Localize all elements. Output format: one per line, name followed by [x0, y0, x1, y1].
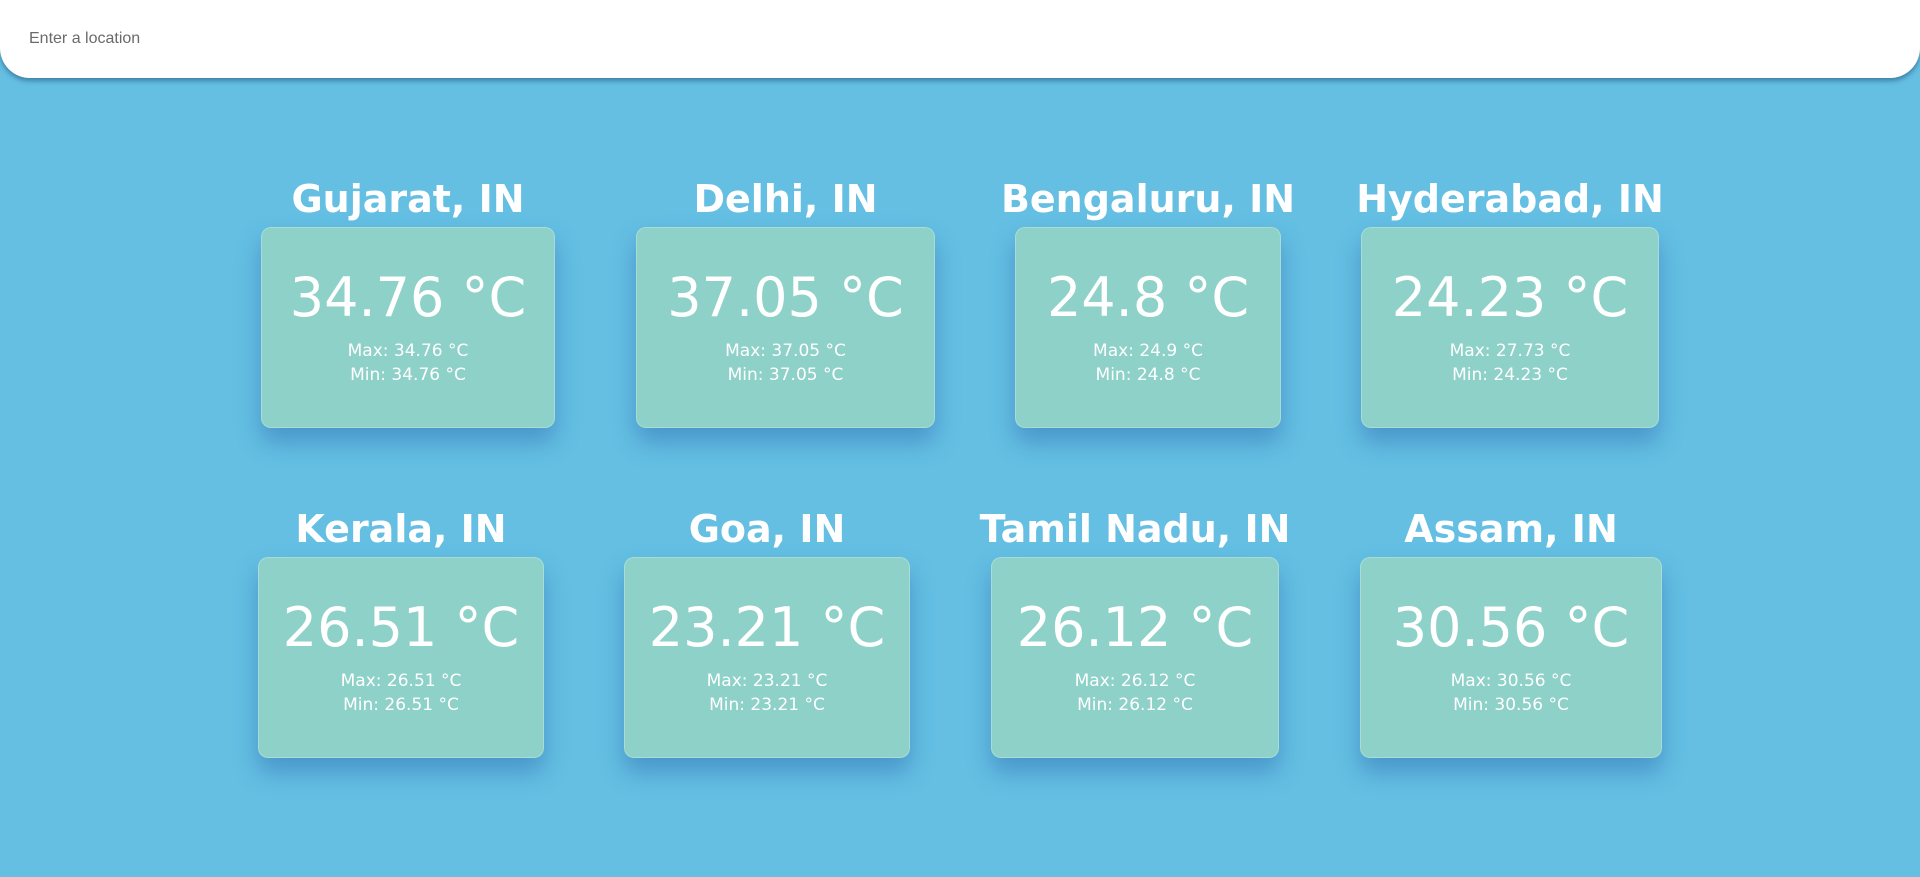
max-temperature: Max: 26.51 °C	[340, 671, 462, 691]
max-temperature: Max: 23.21 °C	[706, 671, 828, 691]
max-temperature: Max: 30.56 °C	[1450, 671, 1572, 691]
location-title: Bengaluru, IN	[1000, 177, 1296, 221]
min-temperature: Min: 34.76 °C	[350, 365, 466, 385]
weather-card: 30.56 °C Max: 30.56 °C Min: 30.56 °C	[1360, 557, 1662, 758]
location-card-hyderabad: Hyderabad, IN 24.23 °C Max: 27.73 °C Min…	[1356, 177, 1664, 428]
location-card-gujarat: Gujarat, IN 34.76 °C Max: 34.76 °C Min: …	[261, 177, 555, 428]
min-temperature: Min: 24.23 °C	[1452, 365, 1568, 385]
weather-card: 26.12 °C Max: 26.12 °C Min: 26.12 °C	[991, 557, 1279, 758]
current-temperature: 37.05 °C	[667, 266, 904, 329]
location-card-assam: Assam, IN 30.56 °C Max: 30.56 °C Min: 30…	[1360, 507, 1662, 758]
location-title: Goa, IN	[688, 507, 846, 551]
current-temperature: 26.51 °C	[282, 596, 520, 659]
weather-card: 24.23 °C Max: 27.73 °C Min: 24.23 °C	[1361, 227, 1659, 428]
max-temperature: Max: 34.76 °C	[347, 341, 469, 361]
location-title: Assam, IN	[1404, 507, 1618, 551]
max-temperature: Max: 37.05 °C	[725, 341, 846, 361]
current-temperature: 23.21 °C	[648, 596, 886, 659]
location-card-bengaluru: Bengaluru, IN 24.8 °C Max: 24.9 °C Min: …	[1001, 177, 1295, 428]
current-temperature: 24.23 °C	[1391, 266, 1629, 329]
min-temperature: Min: 37.05 °C	[727, 365, 844, 385]
location-card-kerala: Kerala, IN 26.51 °C Max: 26.51 °C Min: 2…	[258, 507, 544, 758]
min-temperature: Min: 24.8 °C	[1095, 365, 1201, 385]
weather-card: 34.76 °C Max: 34.76 °C Min: 34.76 °C	[261, 227, 555, 428]
current-temperature: 24.8 °C	[1046, 266, 1250, 329]
weather-card: 24.8 °C Max: 24.9 °C Min: 24.8 °C	[1015, 227, 1281, 428]
min-temperature: Min: 26.51 °C	[343, 695, 459, 715]
location-card-tamil-nadu: Tamil Nadu, IN 26.12 °C Max: 26.12 °C Mi…	[980, 507, 1290, 758]
location-title: Delhi, IN	[693, 177, 878, 221]
search-bar	[0, 0, 1920, 78]
location-title: Hyderabad, IN	[1356, 177, 1664, 221]
location-title: Gujarat, IN	[291, 177, 525, 221]
min-temperature: Min: 30.56 °C	[1453, 695, 1569, 715]
max-temperature: Max: 24.9 °C	[1093, 341, 1203, 361]
weather-card: 26.51 °C Max: 26.51 °C Min: 26.51 °C	[258, 557, 544, 758]
max-temperature: Max: 27.73 °C	[1449, 341, 1571, 361]
min-temperature: Min: 26.12 °C	[1077, 695, 1193, 715]
min-temperature: Min: 23.21 °C	[709, 695, 825, 715]
weather-card: 23.21 °C Max: 23.21 °C Min: 23.21 °C	[624, 557, 910, 758]
location-title: Tamil Nadu, IN	[979, 507, 1291, 551]
max-temperature: Max: 26.12 °C	[1074, 671, 1196, 691]
location-card-delhi: Delhi, IN 37.05 °C Max: 37.05 °C Min: 37…	[636, 177, 935, 428]
location-card-goa: Goa, IN 23.21 °C Max: 23.21 °C Min: 23.2…	[624, 507, 910, 758]
location-title: Kerala, IN	[295, 507, 507, 551]
current-temperature: 30.56 °C	[1392, 596, 1630, 659]
weather-card: 37.05 °C Max: 37.05 °C Min: 37.05 °C	[636, 227, 935, 428]
current-temperature: 34.76 °C	[289, 266, 527, 329]
current-temperature: 26.12 °C	[1016, 596, 1254, 659]
location-search-input[interactable]	[29, 24, 1829, 54]
